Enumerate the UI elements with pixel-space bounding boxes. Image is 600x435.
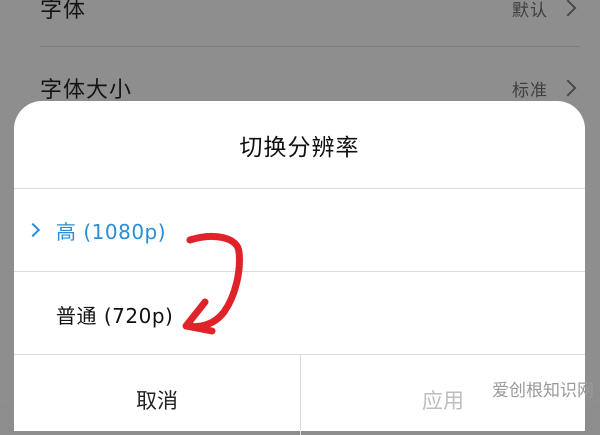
settings-row-font[interactable]: 字体 默认 [40, 0, 580, 38]
cancel-button[interactable]: 取消 [14, 355, 300, 435]
settings-divider [40, 46, 580, 47]
divider [14, 271, 585, 272]
option-label: 普通 (720p) [56, 303, 174, 328]
settings-row-value: 标准 [512, 80, 548, 101]
settings-row-label: 字体大小 [40, 78, 133, 103]
watermark: 爱创根知识网 [492, 381, 594, 401]
chevron-right-icon [25, 222, 41, 238]
dialog-title: 切换分辨率 [239, 135, 360, 161]
option-label: 高 (1080p) [56, 219, 167, 244]
settings-row-right: 标准 [512, 76, 580, 101]
option-normal-720p[interactable]: 普通 (720p) [14, 273, 585, 355]
settings-row-value: 默认 [512, 0, 548, 21]
chevron-right-icon [559, 79, 577, 97]
option-high-1080p[interactable]: 高 (1080p) [14, 189, 585, 271]
settings-row-label: 字体 [40, 0, 87, 23]
chevron-right-icon [559, 0, 577, 17]
settings-row-right: 默认 [512, 0, 580, 21]
